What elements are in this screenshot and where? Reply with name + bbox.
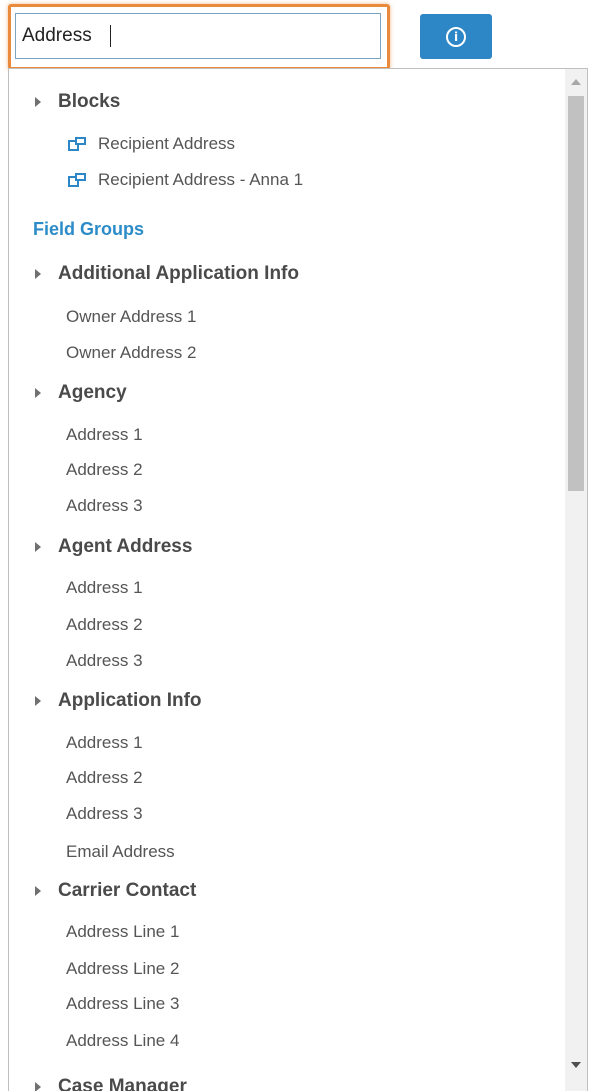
field-item[interactable]: Owner Address 1 — [9, 302, 564, 332]
section-title: Field Groups — [33, 218, 145, 239]
group-title: Carrier Contact — [58, 880, 197, 901]
group-header[interactable]: Case Manager — [9, 1072, 564, 1091]
field-label: Email Address — [66, 842, 175, 861]
field-label: Address Line 4 — [66, 1031, 180, 1050]
field-item[interactable]: Email Address — [9, 837, 564, 867]
field-item[interactable]: Address Line 2 — [9, 954, 564, 984]
group-title: Application Info — [58, 690, 202, 711]
block-icon — [68, 137, 86, 151]
field-label: Address 1 — [66, 578, 143, 597]
field-item[interactable]: Address 3 — [9, 491, 564, 521]
field-item[interactable]: Address 3 — [9, 799, 564, 829]
field-label: Address 1 — [66, 425, 143, 444]
expand-caret-icon[interactable] — [35, 388, 41, 398]
field-label: Owner Address 1 — [66, 307, 197, 326]
field-item[interactable]: Address 3 — [9, 646, 564, 676]
group-title: Additional Application Info — [58, 263, 299, 284]
group-header-blocks[interactable]: Blocks — [9, 87, 564, 117]
field-item[interactable]: Owner Address 2 — [9, 338, 564, 368]
group-header[interactable]: Application Info — [9, 686, 564, 716]
field-item[interactable]: Address 2 — [9, 763, 564, 793]
field-label: Address Line 1 — [66, 922, 180, 941]
scroll-up-arrow-icon[interactable] — [571, 79, 581, 85]
text-caret — [110, 25, 111, 47]
block-item[interactable]: Recipient Address - Anna 1 — [9, 165, 564, 195]
expand-caret-icon[interactable] — [35, 269, 41, 279]
search-input[interactable] — [15, 13, 381, 59]
field-item[interactable]: Address Line 4 — [9, 1026, 564, 1056]
field-label: Address 3 — [66, 496, 143, 515]
field-item[interactable]: Address Line 1 — [9, 917, 564, 947]
field-label: Address 3 — [66, 651, 143, 670]
group-header[interactable]: Agent Address — [9, 532, 564, 562]
info-icon: i — [446, 26, 466, 47]
block-label: Recipient Address — [98, 134, 236, 153]
field-label: Address 2 — [66, 460, 143, 479]
field-label: Address 1 — [66, 733, 143, 752]
scroll-down-arrow-icon[interactable] — [571, 1062, 581, 1068]
scrollbar-thumb[interactable] — [568, 96, 584, 491]
group-title: Agency — [58, 382, 127, 403]
info-button[interactable]: i — [420, 14, 492, 59]
search-wrapper — [8, 4, 390, 70]
expand-caret-icon[interactable] — [35, 542, 41, 552]
field-label: Address Line 3 — [66, 994, 180, 1013]
field-item[interactable]: Address 2 — [9, 610, 564, 640]
field-label: Owner Address 2 — [66, 343, 197, 362]
field-item[interactable]: Address 2 — [9, 455, 564, 485]
block-label: Recipient Address - Anna 1 — [98, 170, 304, 189]
field-item[interactable]: Address 1 — [9, 420, 564, 450]
group-title: Blocks — [58, 91, 121, 112]
field-label: Address 2 — [66, 768, 143, 787]
search-results-dropdown[interactable]: Blocks Recipient Address Recipient Addre… — [8, 68, 588, 1091]
expand-caret-icon[interactable] — [35, 886, 41, 896]
field-label: Address 3 — [66, 804, 143, 823]
group-title: Case Manager — [58, 1076, 187, 1091]
expand-caret-icon[interactable] — [35, 97, 41, 107]
group-title: Agent Address — [58, 536, 193, 557]
group-header[interactable]: Carrier Contact — [9, 876, 564, 906]
block-icon — [68, 173, 86, 187]
field-groups-heading: Field Groups — [9, 214, 564, 244]
expand-caret-icon[interactable] — [35, 696, 41, 706]
field-item[interactable]: Address 1 — [9, 728, 564, 758]
field-item[interactable]: Address Line 3 — [9, 989, 564, 1019]
block-item[interactable]: Recipient Address — [9, 129, 564, 159]
group-header[interactable]: Agency — [9, 378, 564, 408]
group-header[interactable]: Additional Application Info — [9, 259, 564, 289]
field-item[interactable]: Address 1 — [9, 573, 564, 603]
expand-caret-icon[interactable] — [35, 1082, 41, 1091]
vertical-scrollbar[interactable] — [565, 69, 587, 1091]
field-label: Address Line 2 — [66, 959, 180, 978]
field-label: Address 2 — [66, 615, 143, 634]
